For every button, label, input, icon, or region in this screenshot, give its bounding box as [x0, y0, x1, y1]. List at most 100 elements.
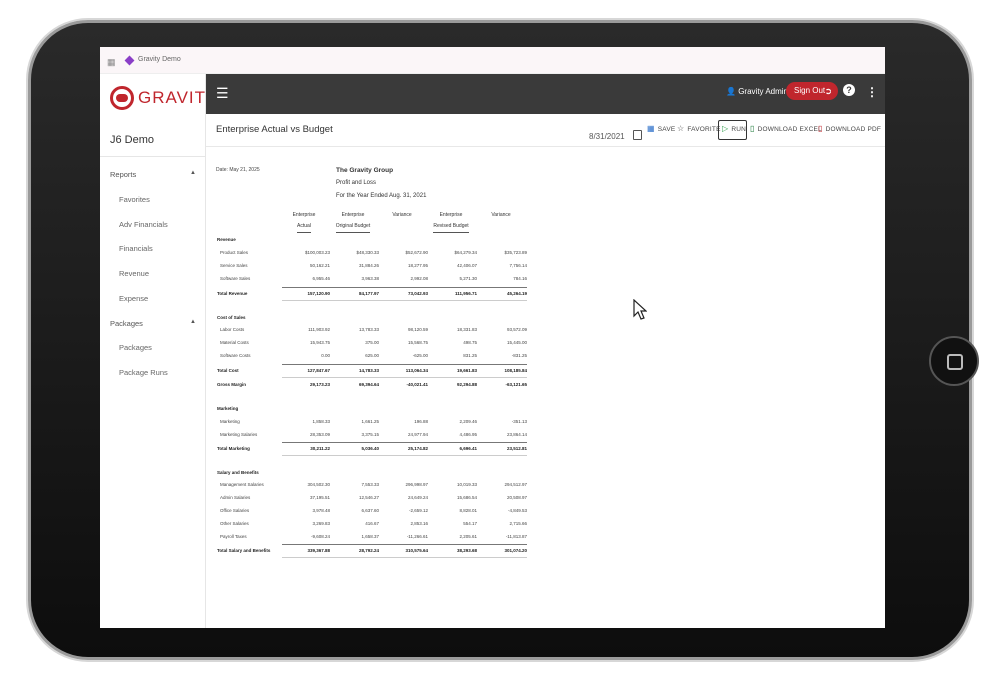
table-cell: 196.88 — [414, 419, 428, 424]
table-cell: 28,792.24 — [358, 548, 379, 553]
table-cell: 127,847.67 — [307, 368, 330, 373]
table-cell: 38,293.68 — [456, 548, 477, 553]
row-label: Other Salaries — [220, 521, 249, 526]
table-cell: 498.75 — [463, 340, 477, 345]
table-cell: 6,637.60 — [361, 508, 379, 513]
report-run-date: Date: May 21, 2025 — [216, 167, 260, 173]
table-cell: 2,715.66 — [509, 521, 527, 526]
save-label: SAVE — [657, 126, 676, 133]
logo-mark-icon — [110, 86, 134, 110]
table-cell: -40,021.41 — [406, 382, 428, 387]
table-cell: -63,121.65 — [505, 382, 527, 387]
table-cell: 416.67 — [365, 521, 379, 526]
table-cell: 831.25 — [463, 353, 477, 358]
table-cell: 92,294.88 — [456, 382, 477, 387]
table-cell: -4,849.53 — [507, 508, 527, 513]
table-cell: 5,271.30 — [459, 276, 477, 281]
table-cell: 339,367.88 — [307, 548, 330, 553]
download-pdf-button[interactable]: ▯ DOWNLOAD PDF — [818, 124, 881, 133]
table-cell: 1,658.37 — [361, 534, 379, 539]
logout-arrow-icon: ➲ — [824, 86, 832, 96]
table-cell: 13,783.33 — [358, 327, 379, 332]
report-body: Date: May 21, 2025 The Gravity Group Pro… — [206, 147, 885, 628]
row-label: Labor Costs — [220, 327, 245, 332]
save-button[interactable]: ▦ SAVE — [647, 124, 675, 133]
sidebar-section-label: Packages — [110, 319, 143, 328]
report-period: For the Year Ended Aug. 31, 2021 — [336, 193, 427, 199]
column-header: Variance — [491, 212, 511, 218]
table-cell: 375.00 — [365, 340, 379, 345]
browser-tab-title[interactable]: Gravity Demo — [138, 56, 181, 63]
table-cell: 31,884.26 — [358, 263, 379, 268]
table-cell: 25,174.82 — [407, 446, 428, 451]
favorite-label: FAVORITE — [687, 126, 721, 133]
sidebar-item-expense[interactable]: Expense — [119, 294, 148, 303]
row-label: Software Sales — [220, 276, 251, 281]
hamburger-menu-icon[interactable]: ☰ — [216, 85, 229, 102]
table-cell: 157,120.90 — [307, 291, 330, 296]
table-cell: 29,173.23 — [309, 382, 330, 387]
download-excel-label: DOWNLOAD EXCEL — [757, 126, 822, 133]
table-cell: $100,003.23 — [304, 250, 330, 255]
sidebar-item-adv-financials[interactable]: Adv Financials — [119, 220, 168, 229]
table-cell: 3,963.38 — [361, 276, 379, 281]
report-company: The Gravity Group — [336, 167, 394, 174]
row-label: Marketing — [220, 419, 240, 424]
table-cell: -351.13 — [511, 419, 527, 424]
app-name: J6 Demo — [110, 134, 155, 146]
table-cell: 10,019.33 — [456, 482, 477, 487]
table-cell: 4,486.95 — [459, 432, 477, 437]
gravity-logo[interactable]: GRAVITY — [110, 86, 217, 120]
favorite-button[interactable]: ☆ FAVORITE — [677, 124, 721, 133]
sidebar-section-reports[interactable]: Reports ▲ — [110, 170, 196, 179]
table-cell: 84,177.97 — [358, 291, 379, 296]
user-menu[interactable]: 👤 Gravity Admin — [726, 87, 788, 96]
sidebar-section-packages[interactable]: Packages ▲ — [110, 319, 196, 328]
table-cell: 301,074.20 — [504, 548, 527, 553]
more-options-icon[interactable]: ⋮ — [866, 85, 878, 99]
table-cell: 784.16 — [513, 276, 527, 281]
sidebar-item-package-runs[interactable]: Package Runs — [119, 368, 168, 377]
caret-up-icon: ▲ — [190, 319, 196, 325]
row-label: Product Sales — [220, 250, 249, 255]
home-button[interactable] — [929, 336, 979, 386]
table-cell: -11,813.87 — [505, 534, 527, 539]
column-header: Enterprise Original Budget — [327, 210, 379, 233]
table-cell: 28,353.09 — [309, 432, 330, 437]
table-cell: 111,956.71 — [454, 291, 477, 296]
table-cell: 42,406.07 — [456, 263, 477, 268]
table-cell: $64,279.34 — [454, 250, 477, 255]
section-heading: Marketing — [217, 406, 239, 411]
table-cell: 3,375.15 — [361, 432, 379, 437]
apps-grid-icon[interactable]: ▦ — [107, 57, 116, 68]
calendar-icon[interactable] — [633, 130, 642, 140]
user-name: Gravity Admin — [738, 87, 788, 96]
sidebar-divider — [100, 156, 206, 157]
table-cell: 294,512.97 — [504, 482, 527, 487]
report-date-field[interactable]: 8/31/2021 — [589, 132, 625, 141]
sidebar-item-financials[interactable]: Financials — [119, 244, 153, 253]
table-cell: 111,903.92 — [308, 327, 330, 332]
help-icon[interactable]: ? — [843, 84, 855, 96]
run-label: RUN — [731, 126, 747, 133]
sidebar: GRAVITY J6 Demo Reports ▲ Favorites Adv … — [100, 74, 217, 628]
favicon-icon — [124, 55, 135, 66]
table-cell: 108,185.84 — [504, 368, 527, 373]
pdf-icon: ▯ — [818, 124, 823, 133]
sidebar-item-favorites[interactable]: Favorites — [119, 195, 150, 204]
table-cell: 1,661.25 — [361, 419, 379, 424]
sidebar-item-revenue[interactable]: Revenue — [119, 269, 149, 278]
table-cell: -11,266.61 — [406, 534, 428, 539]
sign-out-button[interactable]: Sign Out ➲ — [786, 82, 838, 100]
download-pdf-label: DOWNLOAD PDF — [825, 126, 882, 133]
run-button[interactable]: ▷ RUN — [722, 124, 746, 133]
table-cell: 24,649.24 — [407, 495, 428, 500]
table-cell: 15,568.75 — [407, 340, 428, 345]
sidebar-item-packages[interactable]: Packages — [119, 343, 152, 352]
table-cell: 15,686.54 — [456, 495, 477, 500]
total-row-label: Total Marketing — [217, 446, 250, 451]
table-cell: $35,723.89 — [504, 250, 527, 255]
table-cell: 625.00 — [365, 353, 379, 358]
table-cell: 98,120.59 — [407, 327, 428, 332]
download-excel-button[interactable]: ▯ DOWNLOAD EXCEL — [750, 124, 822, 133]
